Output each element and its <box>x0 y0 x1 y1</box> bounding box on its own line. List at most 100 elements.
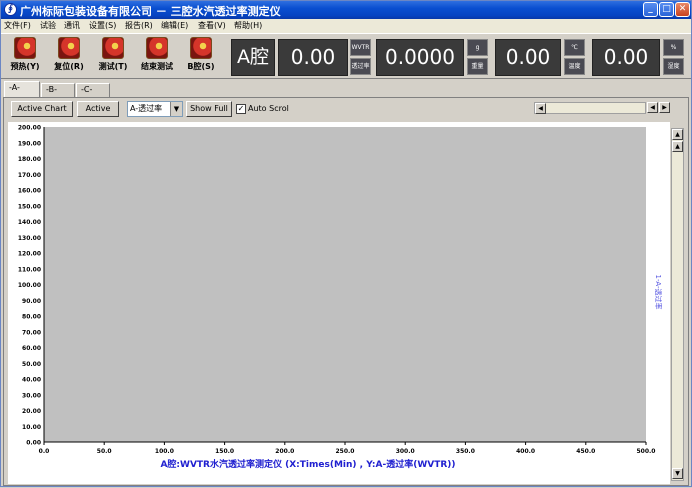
active-chart-button[interactable]: Active Chart <box>11 101 73 117</box>
weight-readout: 0.0000 <box>376 39 464 76</box>
active-button[interactable]: Active <box>77 101 119 117</box>
temperature-unit: ℃ 温度 <box>564 39 585 76</box>
chart-svg: 0.00 10.00 20.00 30.00 40.00 50.00 60.00 70.00 8… <box>18 125 663 471</box>
app-window: ∮ 广州标际包装设备有限公司 － 三腔水汽透过率测定仪 _ □ ✕ 文件(F) … <box>0 0 692 487</box>
menu-file[interactable]: 文件(F) <box>4 20 31 31</box>
x-tick-label: 150.0 <box>215 448 234 455</box>
y-tick-label: 200.00 <box>18 125 41 132</box>
toolbar: 预热(Y) 复位(R) 测试(T) 结束测试 B腔(S) A腔 0.00 WVT… <box>1 33 691 79</box>
gear-icon <box>190 37 212 59</box>
scroll-right-icon[interactable]: ▶ <box>659 102 670 113</box>
series-select-value: A-透过率 <box>130 104 163 113</box>
x-tick-label: 250.0 <box>336 448 355 455</box>
app-icon[interactable]: ∮ <box>4 3 17 16</box>
weight-unit: g 重量 <box>467 39 488 76</box>
temperature-unit-top: ℃ <box>564 39 585 56</box>
show-full-button[interactable]: Show Full <box>186 101 232 117</box>
chart-controls: Active Chart Active A-透过率 ▼ Show Full ✓ … <box>4 98 688 120</box>
y-tick-label: 110.00 <box>18 266 41 273</box>
menu-bar: 文件(F) 试验 通讯 设置(S) 报告(R) 编辑(E) 查看(V) 帮助(H… <box>1 19 691 33</box>
x-tick-label: 200.0 <box>275 448 294 455</box>
y-tick-label: 130.00 <box>18 235 41 242</box>
humidity-unit-top: % <box>663 39 684 56</box>
x-tick-label: 100.0 <box>155 448 174 455</box>
menu-edit[interactable]: 编辑(E) <box>161 20 188 31</box>
minimize-icon[interactable]: _ <box>643 2 658 17</box>
scroll-left-icon[interactable]: ◀ <box>535 103 546 114</box>
y-tick-label: 60.00 <box>22 345 41 352</box>
vertical-scrollbar[interactable]: ▲ ▲ ▼ <box>671 128 684 481</box>
reset-button[interactable]: 复位(R) <box>50 37 88 77</box>
y-tick-label: 80.00 <box>22 314 41 321</box>
end-test-button[interactable]: 结束测试 <box>138 37 176 77</box>
weight-value: 0.0000 <box>385 45 455 69</box>
horizontal-scrollbar[interactable]: ◀ <box>534 102 646 114</box>
chart-title: A腔:WVTR水汽透过率测定仪 (X:Times(Min) , Y:A-透过率(… <box>160 458 455 470</box>
x-tick-label: 350.0 <box>456 448 475 455</box>
scroll-up-icon[interactable]: ▲ <box>672 141 683 152</box>
menu-test[interactable]: 试验 <box>40 20 56 31</box>
scroll-down-icon[interactable]: ▼ <box>672 468 683 479</box>
humidity-readout: 0.00 <box>592 39 660 76</box>
y-tick-label: 30.00 <box>22 392 41 399</box>
test-button[interactable]: 测试(T) <box>94 37 132 77</box>
x-tick-label: 400.0 <box>516 448 535 455</box>
y-tick-label: 10.00 <box>22 424 41 431</box>
plot-background <box>44 127 646 442</box>
y-tick-label: 190.00 <box>18 140 41 147</box>
y-tick-label: 70.00 <box>22 329 41 336</box>
menu-help[interactable]: 帮助(H) <box>234 20 262 31</box>
y-tick-label: 100.00 <box>18 282 41 289</box>
menu-report[interactable]: 报告(R) <box>125 20 153 31</box>
y-tick-label: 50.00 <box>22 361 41 368</box>
wvtr-readout: 0.00 <box>278 39 348 76</box>
gear-icon <box>14 37 36 59</box>
y-tick-label: 20.00 <box>22 408 41 415</box>
close-icon[interactable]: ✕ <box>675 2 690 17</box>
y-tick-label: 90.00 <box>22 298 41 305</box>
scroll-left-icon[interactable]: ◀ <box>647 102 658 113</box>
menu-view[interactable]: 查看(V) <box>198 20 226 31</box>
reset-label: 复位(R) <box>54 62 84 71</box>
x-tick-label: 300.0 <box>396 448 415 455</box>
y-tick-label: 0.00 <box>26 440 41 447</box>
y-tick-label: 180.00 <box>18 156 41 163</box>
series-label: 1-A-透过率 <box>654 275 663 310</box>
tab-b[interactable]: -B- <box>41 83 75 97</box>
y-tick-label: 170.00 <box>18 172 41 179</box>
tab-strip: -A- -B- -C- <box>1 81 691 97</box>
gear-icon <box>146 37 168 59</box>
weight-unit-top: g <box>467 39 488 56</box>
test-label: 测试(T) <box>98 62 128 71</box>
y-tick-label: 120.00 <box>18 251 41 258</box>
preheat-label: 预热(Y) <box>10 62 40 71</box>
wvtr-unit-top: WVTR <box>350 39 371 56</box>
cavity-indicator: A腔 <box>231 39 275 76</box>
temperature-readout: 0.00 <box>495 39 561 76</box>
menu-comm[interactable]: 通讯 <box>64 20 80 31</box>
wvtr-unit-bottom: 透过率 <box>350 58 371 75</box>
window-title: 广州标际包装设备有限公司 － 三腔水汽透过率测定仪 <box>20 5 281 18</box>
x-tick-label: 500.0 <box>637 448 656 455</box>
humidity-value: 0.00 <box>603 45 649 69</box>
maximize-icon[interactable]: □ <box>659 2 674 17</box>
weight-unit-bottom: 重量 <box>467 58 488 75</box>
humidity-unit-bottom: 湿度 <box>663 58 684 75</box>
tab-a[interactable]: -A- <box>4 81 40 97</box>
chart-pane: Active Chart Active A-透过率 ▼ Show Full ✓ … <box>3 97 689 486</box>
x-tick-label: 50.0 <box>97 448 112 455</box>
chevron-down-icon[interactable]: ▼ <box>170 102 182 116</box>
cavity-b-button[interactable]: B腔(S) <box>182 37 220 77</box>
series-select[interactable]: A-透过率 ▼ <box>127 101 183 117</box>
y-tick-label: 160.00 <box>18 188 41 195</box>
y-tick-label: 140.00 <box>18 219 41 226</box>
auto-scroll-checkbox[interactable]: ✓ <box>236 104 246 114</box>
preheat-button[interactable]: 预热(Y) <box>6 37 44 77</box>
tab-c[interactable]: -C- <box>76 83 110 97</box>
y-tick-labels: 0.00 10.00 20.00 30.00 40.00 50.00 60.00 70.00 8… <box>18 125 41 447</box>
title-bar[interactable]: ∮ 广州标际包装设备有限公司 － 三腔水汽透过率测定仪 _ □ ✕ <box>1 1 691 19</box>
scroll-up-icon[interactable]: ▲ <box>672 129 683 140</box>
gear-icon <box>58 37 80 59</box>
menu-settings[interactable]: 设置(S) <box>89 20 116 31</box>
wvtr-value: 0.00 <box>290 45 336 69</box>
